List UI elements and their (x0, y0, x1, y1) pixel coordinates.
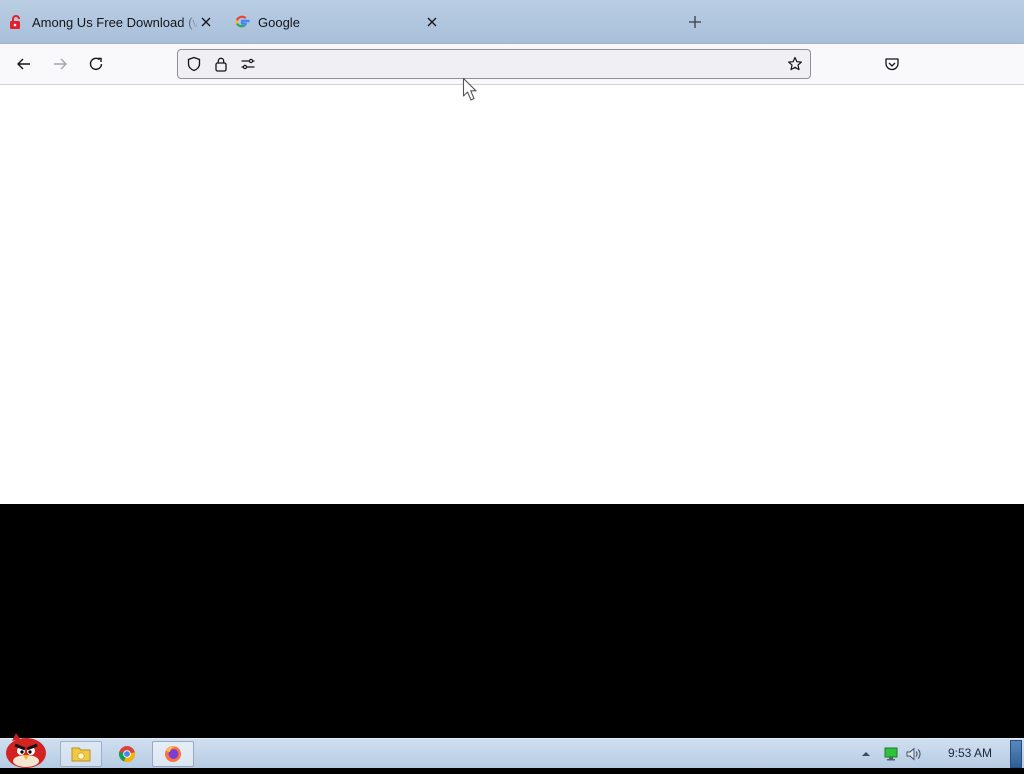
tab-strip: Among Us Free Download (v Google (0, 0, 1024, 44)
clock[interactable]: 9:53 AM (940, 746, 1000, 760)
url-input[interactable] (262, 54, 762, 74)
shield-icon[interactable] (186, 56, 202, 72)
volume-icon[interactable] (906, 747, 922, 761)
tab-title: Among Us Free Download (v (32, 14, 198, 30)
nav-toolbar (0, 44, 1024, 85)
show-desktop-button[interactable] (1010, 740, 1022, 768)
close-tab-icon[interactable] (198, 14, 214, 30)
star-icon[interactable] (787, 56, 803, 72)
tray-arrow-up-icon[interactable] (858, 747, 874, 761)
firefox-icon[interactable] (152, 741, 194, 767)
reload-icon[interactable] (86, 54, 106, 74)
lock-icon[interactable] (213, 56, 229, 72)
plus-icon[interactable] (686, 13, 704, 31)
tab-title: Google (258, 14, 300, 30)
network-icon[interactable] (883, 747, 899, 761)
chrome-icon[interactable] (106, 741, 148, 767)
tab-among-us[interactable]: Among Us Free Download (v (8, 4, 214, 40)
angry-bird-start-icon[interactable] (2, 731, 50, 769)
close-tab-icon[interactable] (424, 14, 440, 30)
pocket-icon[interactable] (883, 55, 901, 73)
page-content[interactable] (0, 85, 1024, 504)
desktop-background (0, 504, 1024, 738)
arrow-right-icon[interactable] (50, 54, 70, 74)
tab-google[interactable]: Google (234, 4, 440, 40)
arrow-left-icon[interactable] (14, 54, 34, 74)
mouse-cursor-icon (462, 77, 477, 101)
google-g-icon (234, 14, 250, 30)
file-explorer-icon[interactable] (60, 741, 102, 767)
taskbar: 9:53 AM (0, 733, 1024, 768)
url-bar[interactable] (177, 49, 811, 79)
permissions-icon[interactable] (240, 56, 256, 72)
red-lock-icon (8, 14, 24, 30)
